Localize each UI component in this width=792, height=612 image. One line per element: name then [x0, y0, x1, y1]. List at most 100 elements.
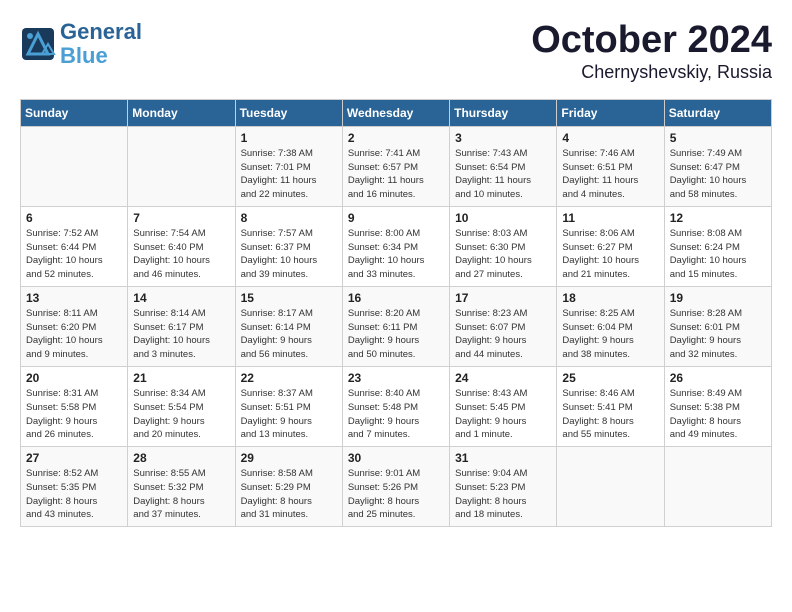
day-info: Sunrise: 8:37 AMSunset: 5:51 PMDaylight:…: [241, 387, 337, 442]
calendar-cell: 1 Sunrise: 7:38 AMSunset: 7:01 PMDaylight…: [235, 126, 342, 206]
header-day-monday: Monday: [128, 99, 235, 126]
calendar-cell: 12 Sunrise: 8:08 AMSunset: 6:24 PMDayligh…: [664, 206, 771, 286]
day-info: Sunrise: 7:38 AMSunset: 7:01 PMDaylight:…: [241, 147, 337, 202]
header-day-wednesday: Wednesday: [342, 99, 449, 126]
day-info: Sunrise: 8:08 AMSunset: 6:24 PMDaylight:…: [670, 227, 766, 282]
day-info: Sunrise: 8:00 AMSunset: 6:34 PMDaylight:…: [348, 227, 444, 282]
day-number: 15: [241, 291, 337, 305]
day-info: Sunrise: 8:34 AMSunset: 5:54 PMDaylight:…: [133, 387, 229, 442]
calendar-cell: 30Sunrise: 9:01 AMSunset: 5:26 PMDayligh…: [342, 447, 449, 527]
day-info: Sunrise: 8:25 AMSunset: 6:04 PMDaylight:…: [562, 307, 658, 362]
logo: General Blue: [20, 20, 142, 68]
calendar-cell: 10 Sunrise: 8:03 AMSunset: 6:30 PMDayligh…: [450, 206, 557, 286]
calendar-cell: 23 Sunrise: 8:40 AMSunset: 5:48 PMDayligh…: [342, 366, 449, 446]
day-info: Sunrise: 8:17 AMSunset: 6:14 PMDaylight:…: [241, 307, 337, 362]
calendar-cell: 14Sunrise: 8:14 AMSunset: 6:17 PMDayligh…: [128, 286, 235, 366]
day-info: Sunrise: 7:57 AMSunset: 6:37 PMDaylight:…: [241, 227, 337, 282]
day-number: 18: [562, 291, 658, 305]
day-number: 12: [670, 211, 766, 225]
calendar-subtitle: Chernyshevskiy, Russia: [531, 62, 772, 83]
day-info: Sunrise: 8:52 AMSunset: 5:35 PMDaylight:…: [26, 467, 122, 522]
day-number: 1: [241, 131, 337, 145]
week-row-5: 27 Sunrise: 8:52 AMSunset: 5:35 PMDayligh…: [21, 447, 772, 527]
day-number: 21: [133, 371, 229, 385]
day-info: Sunrise: 8:23 AMSunset: 6:07 PMDaylight:…: [455, 307, 551, 362]
calendar-cell: 26Sunrise: 8:49 AMSunset: 5:38 PMDayligh…: [664, 366, 771, 446]
calendar-cell: 22 Sunrise: 8:37 AMSunset: 5:51 PMDayligh…: [235, 366, 342, 446]
calendar-cell: [664, 447, 771, 527]
day-info: Sunrise: 8:14 AMSunset: 6:17 PMDaylight:…: [133, 307, 229, 362]
day-number: 6: [26, 211, 122, 225]
day-info: Sunrise: 8:11 AMSunset: 6:20 PMDaylight:…: [26, 307, 122, 362]
calendar-cell: 21 Sunrise: 8:34 AMSunset: 5:54 PMDayligh…: [128, 366, 235, 446]
day-number: 5: [670, 131, 766, 145]
day-number: 27: [26, 451, 122, 465]
calendar-title: October 2024: [531, 20, 772, 62]
calendar-cell: 8Sunrise: 7:57 AMSunset: 6:37 PMDaylight…: [235, 206, 342, 286]
logo-line1: General: [60, 19, 142, 44]
calendar-header: SundayMondayTuesdayWednesdayThursdayFrid…: [21, 99, 772, 126]
calendar-cell: 20Sunrise: 8:31 AMSunset: 5:58 PMDayligh…: [21, 366, 128, 446]
day-number: 25: [562, 371, 658, 385]
calendar-cell: 24Sunrise: 8:43 AMSunset: 5:45 PMDayligh…: [450, 366, 557, 446]
day-info: Sunrise: 9:04 AMSunset: 5:23 PMDaylight:…: [455, 467, 551, 522]
calendar-cell: 29 Sunrise: 8:58 AMSunset: 5:29 PMDayligh…: [235, 447, 342, 527]
header-day-thursday: Thursday: [450, 99, 557, 126]
calendar-cell: 13 Sunrise: 8:11 AMSunset: 6:20 PMDayligh…: [21, 286, 128, 366]
calendar-cell: 18 Sunrise: 8:25 AMSunset: 6:04 PMDayligh…: [557, 286, 664, 366]
day-number: 2: [348, 131, 444, 145]
day-info: Sunrise: 7:49 AMSunset: 6:47 PMDaylight:…: [670, 147, 766, 202]
day-info: Sunrise: 8:43 AMSunset: 5:45 PMDaylight:…: [455, 387, 551, 442]
day-info: Sunrise: 8:06 AMSunset: 6:27 PMDaylight:…: [562, 227, 658, 282]
calendar-cell: 6 Sunrise: 7:52 AMSunset: 6:44 PMDaylight…: [21, 206, 128, 286]
day-info: Sunrise: 7:54 AMSunset: 6:40 PMDaylight:…: [133, 227, 229, 282]
calendar-cell: 17 Sunrise: 8:23 AMSunset: 6:07 PMDayligh…: [450, 286, 557, 366]
week-row-4: 20Sunrise: 8:31 AMSunset: 5:58 PMDayligh…: [21, 366, 772, 446]
calendar-cell: 4Sunrise: 7:46 AMSunset: 6:51 PMDaylight…: [557, 126, 664, 206]
calendar-cell: 16Sunrise: 8:20 AMSunset: 6:11 PMDayligh…: [342, 286, 449, 366]
day-info: Sunrise: 8:58 AMSunset: 5:29 PMDaylight:…: [241, 467, 337, 522]
day-info: Sunrise: 8:40 AMSunset: 5:48 PMDaylight:…: [348, 387, 444, 442]
day-number: 13: [26, 291, 122, 305]
header-day-tuesday: Tuesday: [235, 99, 342, 126]
logo-line2: Blue: [60, 43, 108, 68]
calendar-cell: [128, 126, 235, 206]
calendar-cell: 25Sunrise: 8:46 AMSunset: 5:41 PMDayligh…: [557, 366, 664, 446]
day-number: 17: [455, 291, 551, 305]
calendar-cell: 5 Sunrise: 7:49 AMSunset: 6:47 PMDaylight…: [664, 126, 771, 206]
day-number: 29: [241, 451, 337, 465]
logo-text: General Blue: [60, 20, 142, 68]
day-info: Sunrise: 7:52 AMSunset: 6:44 PMDaylight:…: [26, 227, 122, 282]
calendar-cell: 7 Sunrise: 7:54 AMSunset: 6:40 PMDaylight…: [128, 206, 235, 286]
header-row: SundayMondayTuesdayWednesdayThursdayFrid…: [21, 99, 772, 126]
day-info: Sunrise: 9:01 AMSunset: 5:26 PMDaylight:…: [348, 467, 444, 522]
calendar-cell: 2 Sunrise: 7:41 AMSunset: 6:57 PMDaylight…: [342, 126, 449, 206]
week-row-3: 13 Sunrise: 8:11 AMSunset: 6:20 PMDayligh…: [21, 286, 772, 366]
day-number: 23: [348, 371, 444, 385]
day-info: Sunrise: 7:43 AMSunset: 6:54 PMDaylight:…: [455, 147, 551, 202]
day-number: 31: [455, 451, 551, 465]
week-row-2: 6 Sunrise: 7:52 AMSunset: 6:44 PMDaylight…: [21, 206, 772, 286]
day-info: Sunrise: 8:31 AMSunset: 5:58 PMDaylight:…: [26, 387, 122, 442]
calendar-table: SundayMondayTuesdayWednesdayThursdayFrid…: [20, 99, 772, 527]
day-number: 3: [455, 131, 551, 145]
calendar-cell: [557, 447, 664, 527]
day-number: 26: [670, 371, 766, 385]
day-number: 11: [562, 211, 658, 225]
day-number: 16: [348, 291, 444, 305]
calendar-body: 1 Sunrise: 7:38 AMSunset: 7:01 PMDaylight…: [21, 126, 772, 526]
day-number: 7: [133, 211, 229, 225]
day-number: 9: [348, 211, 444, 225]
day-info: Sunrise: 8:28 AMSunset: 6:01 PMDaylight:…: [670, 307, 766, 362]
calendar-cell: 31 Sunrise: 9:04 AMSunset: 5:23 PMDayligh…: [450, 447, 557, 527]
calendar-cell: 28Sunrise: 8:55 AMSunset: 5:32 PMDayligh…: [128, 447, 235, 527]
header-day-saturday: Saturday: [664, 99, 771, 126]
day-number: 10: [455, 211, 551, 225]
logo-icon: [20, 26, 56, 62]
day-info: Sunrise: 7:41 AMSunset: 6:57 PMDaylight:…: [348, 147, 444, 202]
day-info: Sunrise: 8:55 AMSunset: 5:32 PMDaylight:…: [133, 467, 229, 522]
day-number: 19: [670, 291, 766, 305]
calendar-cell: 27 Sunrise: 8:52 AMSunset: 5:35 PMDayligh…: [21, 447, 128, 527]
day-info: Sunrise: 8:03 AMSunset: 6:30 PMDaylight:…: [455, 227, 551, 282]
day-number: 22: [241, 371, 337, 385]
